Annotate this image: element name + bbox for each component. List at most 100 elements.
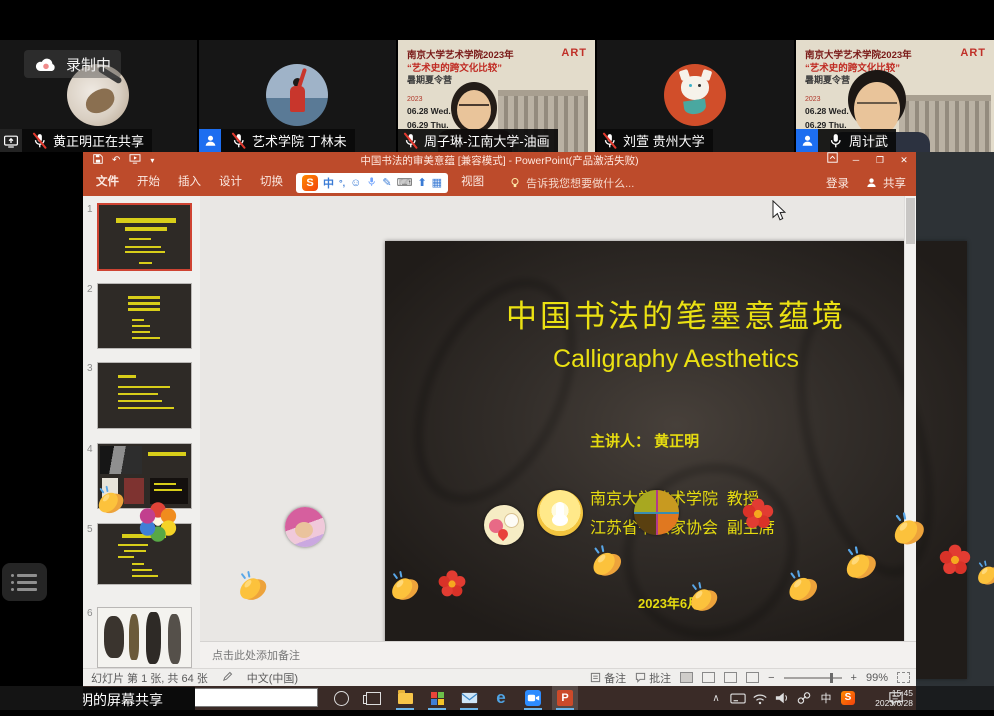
vertical-scrollbar[interactable] (904, 196, 916, 641)
poster-year: 2023 (407, 96, 423, 103)
start-slideshow-icon[interactable] (129, 154, 141, 167)
ime-keyboard-icon[interactable]: ⌨ (397, 176, 413, 189)
task-view-button[interactable] (360, 686, 386, 710)
mic-muted-icon (31, 132, 48, 149)
participant-tile-liuxuan[interactable]: 刘萱 贵州大学 (597, 40, 794, 152)
save-icon[interactable] (93, 154, 103, 167)
cloud-record-icon (34, 56, 58, 73)
zoom-slider[interactable] (784, 677, 842, 679)
slide-sorter-view-icon[interactable] (702, 672, 715, 683)
current-slide[interactable]: 中国书法的笔墨意蕴境 Calligraphy Aesthetics 主讲人： 黄… (385, 241, 967, 679)
ribbon-display-options-icon[interactable] (820, 152, 844, 169)
share-button[interactable]: 共享 (865, 175, 906, 191)
participant-name: 艺术学院 丁林未 (252, 131, 347, 150)
recording-indicator[interactable]: 录制中 (24, 50, 121, 78)
cortana-icon (334, 691, 349, 706)
bottom-strip (0, 710, 994, 716)
participant-tile-zhouzilin[interactable]: 南京大学艺术学院2023年 “艺术史的跨文化比较” 暑期夏令营 2023 06.… (398, 40, 595, 152)
sogou-logo-icon[interactable]: S (302, 175, 318, 191)
notes-toggle[interactable]: 备注 (590, 670, 626, 686)
poster-date1: 06.28 Wed. (805, 106, 849, 116)
status-bar: 幻灯片 第 1 张, 共 64 张 中文(中国) 备注 批注 − (83, 668, 916, 686)
normal-view-icon[interactable] (680, 672, 693, 683)
zoom-slider-thumb[interactable] (830, 673, 833, 683)
slide-subtitle: Calligraphy Aesthetics (385, 345, 967, 374)
undo-icon[interactable]: ↶ (112, 155, 120, 166)
slide-thumbnail-3[interactable] (97, 362, 192, 429)
poster-line3: 暑期夏令营 (407, 73, 452, 86)
share-person-icon (865, 176, 878, 189)
thumbnail-number: 3 (87, 363, 93, 374)
language-indicator[interactable]: 中文(中国) (247, 670, 298, 686)
ime-emoji-icon[interactable]: ☺ (350, 177, 361, 189)
thumbnail-number: 4 (87, 444, 93, 455)
powerpoint-icon: P (557, 690, 573, 706)
mail-button[interactable] (456, 686, 482, 710)
participant-tile-dinglinwei[interactable]: 艺术学院 丁林未 (199, 40, 396, 152)
meeting-sidebar-toggle[interactable] (2, 563, 47, 601)
qat-dropdown-icon[interactable]: ▾ (150, 156, 154, 165)
title-bar[interactable]: ↶ ▾ 中国书法的审美意蕴 [兼容模式] - PowerPoint(产品激活失败… (83, 152, 916, 169)
zoom-out-button[interactable]: − (768, 672, 774, 684)
reading-view-icon[interactable] (724, 672, 737, 683)
tab-home[interactable]: 开始 (128, 169, 169, 196)
avatar (664, 64, 726, 126)
ime-pen-icon[interactable]: ✎ (382, 176, 391, 189)
ribbon-tabs: 文件 开始 插入 设计 切换 S 中 °, ☺ ✎ ⌨ ⬆ ▦ 视图 告诉我您想… (83, 169, 916, 196)
slideshow-view-icon[interactable] (746, 672, 759, 683)
scrollbar-thumb[interactable] (906, 198, 915, 244)
office-hub-button[interactable] (424, 686, 450, 710)
fit-to-window-icon[interactable] (897, 672, 910, 683)
sign-in-button[interactable]: 登录 (826, 175, 849, 191)
thumbnail-number: 1 (87, 204, 93, 215)
participant-tile-zhoujiwu[interactable]: 南京大学艺术学院2023年 “艺术史的跨文化比较” 暑期夏令营 2023 06.… (796, 40, 994, 152)
powerpoint-taskbar-button[interactable]: P (552, 686, 578, 710)
slide-thumbnail-1[interactable] (97, 203, 192, 271)
ime-up-icon[interactable]: ⬆ (417, 176, 426, 189)
wifi-icon (752, 692, 768, 705)
recording-label: 录制中 (66, 54, 111, 75)
restore-button[interactable]: ❐ (868, 152, 892, 169)
mail-icon (461, 691, 478, 705)
edge-icon: e (496, 688, 505, 708)
notification-icon (888, 691, 904, 705)
zoom-level[interactable]: 99% (866, 672, 888, 684)
tab-design[interactable]: 设计 (210, 169, 251, 196)
slide-thumbnail-2[interactable] (97, 283, 192, 349)
sogou-ime-toolbar[interactable]: S 中 °, ☺ ✎ ⌨ ⬆ ▦ (296, 173, 448, 193)
flower-emoji (938, 543, 972, 577)
slide-thumbnail-panel[interactable]: 1 2 3 (83, 196, 201, 668)
zoom-in-button[interactable]: + (851, 672, 857, 684)
close-button[interactable]: ✕ (892, 152, 916, 169)
meeting-app-button[interactable] (520, 686, 546, 710)
accessibility-check-icon[interactable] (222, 671, 233, 685)
ime-mic-icon[interactable] (366, 176, 377, 190)
tell-me-box[interactable]: 告诉我您想要做什么... (509, 175, 634, 191)
comments-toggle[interactable]: 批注 (635, 670, 671, 686)
notes-pane[interactable]: 点击此处添加备注 (200, 641, 916, 668)
edge-button[interactable]: e (488, 686, 514, 710)
participant-name: 刘萱 贵州大学 (623, 131, 705, 150)
cortana-button[interactable] (328, 686, 354, 710)
reaction-avatar-cats (484, 505, 524, 545)
poster-subtitle: “艺术史的跨文化比较” (407, 60, 502, 74)
ime-chinese-indicator: 中 (821, 690, 832, 706)
tab-insert[interactable]: 插入 (169, 169, 210, 196)
ime-chinese-icon[interactable]: 中 (323, 175, 334, 191)
file-explorer-button[interactable] (392, 686, 418, 710)
tab-view[interactable]: 视图 (452, 169, 493, 196)
minimize-button[interactable]: ─ (844, 152, 868, 169)
mic-muted-icon (230, 132, 247, 149)
ime-punct-icon[interactable]: °, (339, 178, 345, 188)
ime-grid-icon[interactable]: ▦ (432, 176, 442, 189)
slide-thumbnail-6[interactable] (97, 607, 192, 668)
participant-label: 周子琳-江南大学-油画 (398, 129, 558, 152)
person-badge-icon (199, 129, 221, 152)
participant-name: 黄正明正在共享 (53, 131, 144, 150)
thumbnail-number: 6 (87, 608, 93, 619)
action-center-button[interactable] (883, 686, 909, 710)
clap-emoji (587, 542, 625, 580)
tab-file[interactable]: 文件 (87, 169, 128, 196)
art-logo: ART (960, 47, 986, 59)
tab-transitions[interactable]: 切换 (251, 169, 292, 196)
